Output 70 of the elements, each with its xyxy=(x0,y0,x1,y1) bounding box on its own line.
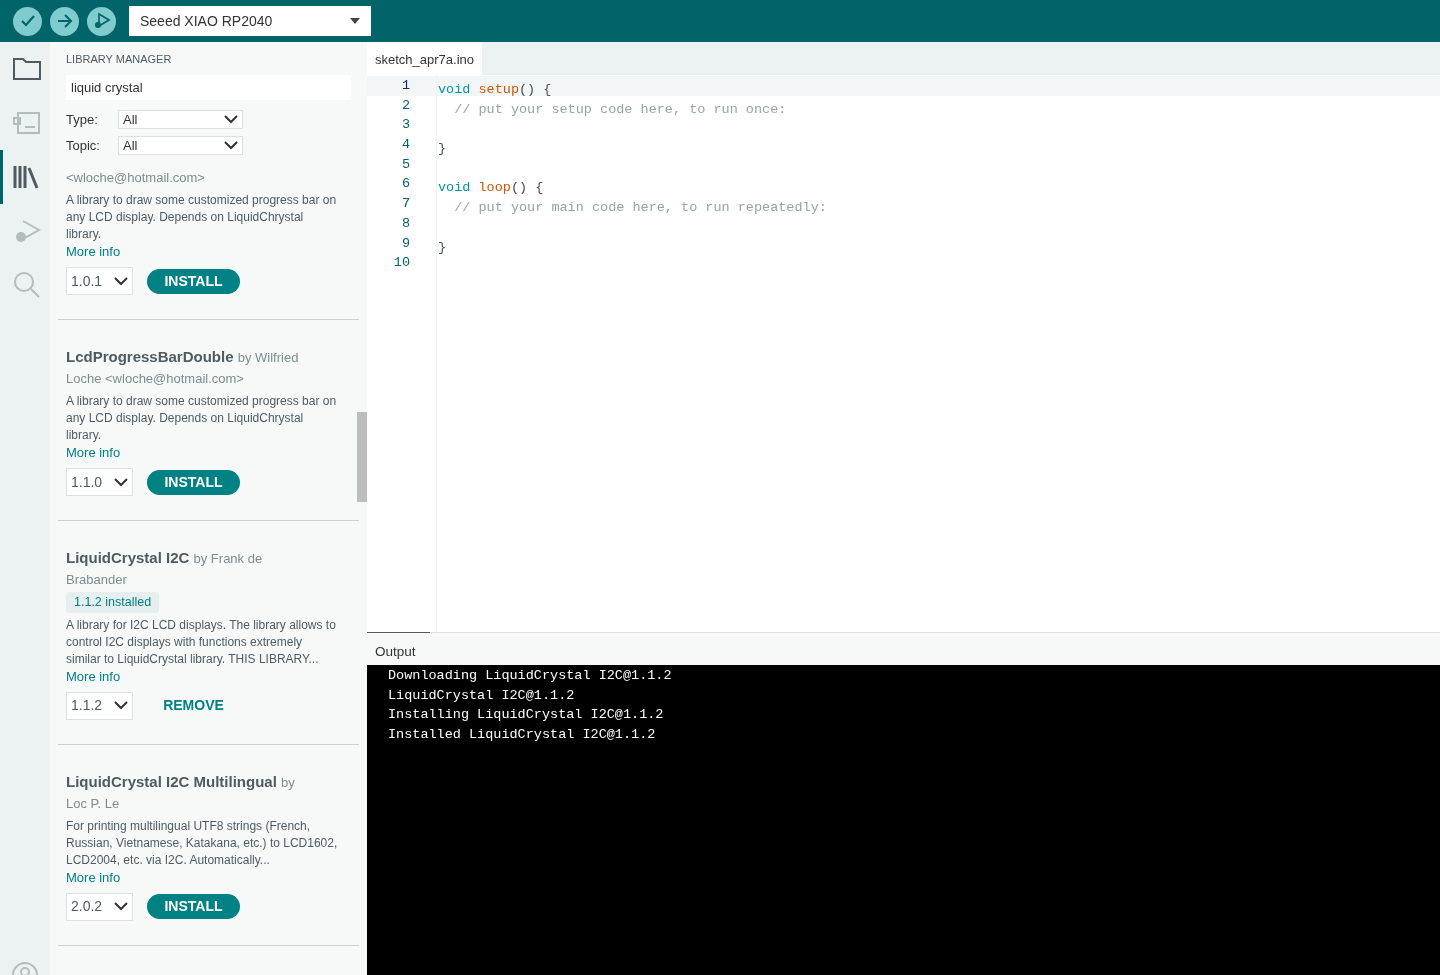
line-number: 1 xyxy=(367,76,436,96)
remove-button[interactable]: REMOVE xyxy=(147,693,240,719)
board-select[interactable]: Seeed XIAO RP2040 xyxy=(129,6,371,36)
editor-tab[interactable]: sketch_apr7a.ino xyxy=(367,42,482,75)
check-icon xyxy=(19,14,36,28)
installed-badge: 1.1.2 installed xyxy=(66,592,160,613)
upload-button[interactable] xyxy=(50,6,79,36)
line-number: 9 xyxy=(400,234,411,253)
account-icon xyxy=(11,961,39,975)
arrow-right-icon xyxy=(56,14,73,28)
chevron-down-icon xyxy=(224,140,238,150)
version-select[interactable]: 1.0.1 xyxy=(66,267,133,295)
chevron-down-icon xyxy=(114,902,128,912)
filter-label: Topic: xyxy=(66,136,101,155)
line-number: 7 xyxy=(400,195,411,214)
version-select[interactable]: 1.1.0 xyxy=(66,468,133,496)
line-number: 6 xyxy=(400,175,411,194)
scrollbar[interactable] xyxy=(357,412,367,502)
library-description: A library for I2C LCD displays. The library allows to control I2C displays with functions extremely similar to LiquidCrystal library. THIS LIBRARY... xyxy=(66,616,337,668)
chevron-down-icon xyxy=(114,701,128,711)
install-button[interactable]: INSTALL xyxy=(147,894,240,920)
code-line: } xyxy=(437,141,447,157)
line-number: 10 xyxy=(392,254,411,273)
library-description: For printing multilingual UTF8 strings (French, Russian, Vietnamese, Katakana, etc.) to LCD1602, LCD2004, etc. via I2C. Automatically... xyxy=(66,817,338,869)
version-select[interactable]: 2.0.2 xyxy=(66,892,133,921)
chevron-down-icon xyxy=(224,115,238,125)
library-description: A library to draw some customized progress bar on any LCD display. Depends on LiquidChrystal library. xyxy=(66,393,338,444)
code-line: // put your main code here, to run repeatedly: xyxy=(453,200,827,216)
line-number: 2 xyxy=(400,96,411,115)
caret-down-icon xyxy=(350,18,360,24)
filter-select[interactable]: All xyxy=(118,135,243,155)
filter-label: Type: xyxy=(66,111,99,129)
more-info-link[interactable]: More info xyxy=(66,667,121,685)
more-info-link[interactable]: More info xyxy=(66,444,121,461)
library-description: A library to draw some customized progress bar on any LCD display. Depends on LiquidChrystal library. xyxy=(66,192,338,243)
library-heading: LcdProgressBarDouble by Wilfried Loche <wloche@hotmail.com> xyxy=(66,347,300,388)
line-number: 3 xyxy=(400,116,411,135)
output-title: Output xyxy=(374,643,417,661)
install-button[interactable]: INSTALL xyxy=(147,268,240,294)
chevron-down-icon xyxy=(114,276,128,286)
verify-button[interactable] xyxy=(13,6,42,36)
code-editor[interactable]: 1 2 3 4 5 6 7 8 9 10 void setup() { // put your setup code here, to run once: } void loop() { // put your main code here, to run repeatedly: } xyxy=(367,75,1440,632)
more-info-link[interactable]: More info xyxy=(66,243,121,260)
debug-button[interactable] xyxy=(87,6,116,36)
library-heading: LiquidCrystal I2C Multilingual by Loc P. Le xyxy=(66,771,296,813)
version-select[interactable]: 1.1.2 xyxy=(66,691,133,720)
more-info-link[interactable]: More info xyxy=(66,868,121,886)
line-number: 5 xyxy=(400,155,411,174)
code-line: // put your setup code here, to run once: xyxy=(453,101,787,117)
filter-select[interactable]: All xyxy=(118,110,243,130)
library-icon xyxy=(12,164,41,190)
library-heading: LiquidCrystal I2C by Frank de Brabander xyxy=(66,548,264,589)
output-line: LiquidCrystal I2C@1.1.2 xyxy=(388,686,575,705)
line-number: 8 xyxy=(400,214,411,233)
code-line: } xyxy=(437,239,447,255)
panel-title: LIBRARY MANAGER xyxy=(66,53,173,66)
board-icon xyxy=(12,112,41,134)
search-icon xyxy=(12,271,41,299)
search-field[interactable]: liquid crystal xyxy=(66,75,351,100)
line-number: 4 xyxy=(400,136,411,155)
debug-icon xyxy=(92,12,111,30)
folder-icon xyxy=(12,58,41,80)
output-line: Installed LiquidCrystal I2C@1.1.2 xyxy=(388,726,656,745)
code-line: void setup() { xyxy=(437,82,552,97)
library-heading: <wloche@hotmail.com> xyxy=(66,169,206,187)
output-line: Installing LiquidCrystal I2C@1.1.2 xyxy=(388,706,664,725)
install-button[interactable]: INSTALL xyxy=(147,469,240,495)
output-line: Downloading LiquidCrystal I2C@1.1.2 xyxy=(388,667,672,685)
code-line: void loop() { xyxy=(437,180,544,196)
chevron-down-icon xyxy=(114,477,128,487)
